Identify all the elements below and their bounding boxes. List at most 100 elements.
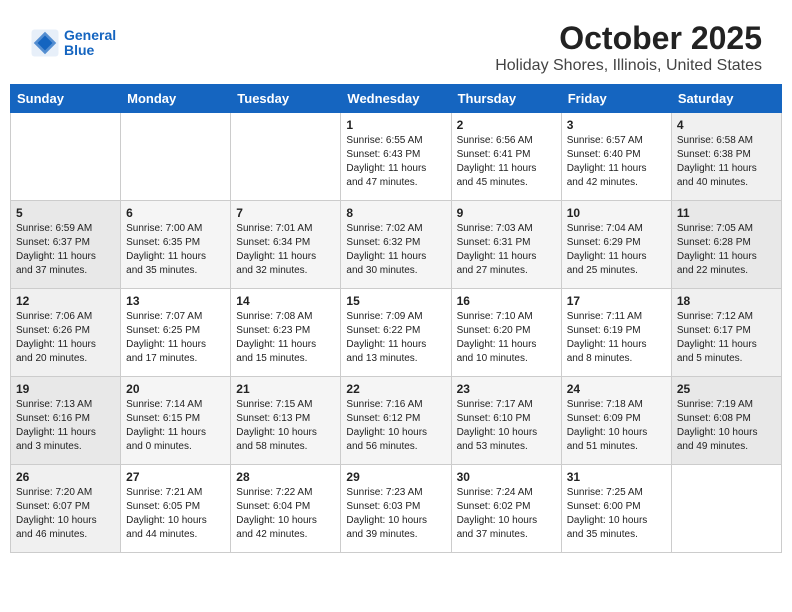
day-number: 4 [677,118,776,132]
cell-week1-day6: 3Sunrise: 6:57 AMSunset: 6:40 PMDaylight… [561,113,671,201]
day-number: 24 [567,382,666,396]
day-number: 12 [16,294,115,308]
day-number: 16 [457,294,556,308]
cell-week5-day6: 31 Sunrise: 7:25 AMSunset: 6:00 PMDayligh… [561,465,671,553]
day-info: Sunrise: 6:55 AMSunset: 6:43 PMDaylight:… [346,134,445,190]
day-number: 15 [346,294,445,308]
day-number: 6 [126,206,225,220]
day-info: Sunrise: 7:10 AMSunset: 6:20 PMDaylight:… [457,310,556,366]
day-number: 5 [16,206,115,220]
day-info: Sunrise: 7:01 AMSunset: 6:34 PMDaylight:… [236,222,335,278]
month-year-title: October 2025 [495,20,762,57]
day-info: Sunrise: 7:08 AMSunset: 6:23 PMDaylight:… [236,310,335,366]
cell-week4-day6: 24Sunrise: 7:18 AMSunset: 6:09 PMDayligh… [561,377,671,465]
day-info: Sunrise: 7:14 AMSunset: 6:15 PMDaylight:… [126,398,225,454]
logo: General Blue [30,28,116,59]
location-subtitle: Holiday Shores, Illinois, United States [495,57,762,75]
day-info: Sunrise: 6:59 AMSunset: 6:37 PMDaylight:… [16,222,115,278]
day-info: Sunrise: 7:20 AMSunset: 6:07 PMDaylight:… [16,486,115,542]
day-number: 9 [457,206,556,220]
cell-week3-day1: 12 Sunrise: 7:06 AMSunset: 6:26 PMDayligh… [11,289,121,377]
header-wednesday: Wednesday [341,85,451,113]
calendar-header-row: Sunday Monday Tuesday Wednesday Thursday… [11,85,782,113]
day-number: 23 [457,382,556,396]
day-info: Sunrise: 6:58 AMSunset: 6:38 PMDaylight:… [677,134,776,190]
day-info: Sunrise: 7:23 AMSunset: 6:03 PMDaylight:… [346,486,445,542]
day-info: Sunrise: 7:13 AMSunset: 6:16 PMDaylight:… [16,398,115,454]
day-number: 27 [126,470,225,484]
week-row-2: 5 Sunrise: 6:59 AMSunset: 6:37 PMDaylight… [11,201,782,289]
day-info: Sunrise: 7:12 AMSunset: 6:17 PMDaylight:… [677,310,776,366]
cell-week1-day4: 1 Sunrise: 6:55 AMSunset: 6:43 PMDaylight… [341,113,451,201]
day-info: Sunrise: 7:11 AMSunset: 6:19 PMDaylight:… [567,310,666,366]
logo-text: General Blue [64,28,116,59]
logo-icon [30,28,60,58]
day-info: Sunrise: 7:24 AMSunset: 6:02 PMDaylight:… [457,486,556,542]
cell-week3-day5: 16 Sunrise: 7:10 AMSunset: 6:20 PMDayligh… [451,289,561,377]
week-row-3: 12 Sunrise: 7:06 AMSunset: 6:26 PMDayligh… [11,289,782,377]
cell-week3-day3: 14 Sunrise: 7:08 AMSunset: 6:23 PMDayligh… [231,289,341,377]
day-info: Sunrise: 7:22 AMSunset: 6:04 PMDaylight:… [236,486,335,542]
day-number: 25 [677,382,776,396]
day-info: Sunrise: 7:15 AMSunset: 6:13 PMDaylight:… [236,398,335,454]
day-number: 3 [567,118,666,132]
day-number: 10 [567,206,666,220]
day-number: 8 [346,206,445,220]
cell-week5-day4: 29Sunrise: 7:23 AMSunset: 6:03 PMDayligh… [341,465,451,553]
day-number: 31 [567,470,666,484]
logo-general: General [64,27,116,43]
header-friday: Friday [561,85,671,113]
day-info: Sunrise: 7:19 AMSunset: 6:08 PMDaylight:… [677,398,776,454]
day-info: Sunrise: 7:17 AMSunset: 6:10 PMDaylight:… [457,398,556,454]
cell-week2-day1: 5 Sunrise: 6:59 AMSunset: 6:37 PMDaylight… [11,201,121,289]
cell-week3-day7: 18 Sunrise: 7:12 AMSunset: 6:17 PMDayligh… [671,289,781,377]
day-number: 13 [126,294,225,308]
day-info: Sunrise: 7:21 AMSunset: 6:05 PMDaylight:… [126,486,225,542]
cell-week2-day2: 6 Sunrise: 7:00 AMSunset: 6:35 PMDaylight… [121,201,231,289]
cell-week1-day3 [231,113,341,201]
day-number: 17 [567,294,666,308]
day-number: 30 [457,470,556,484]
cell-week4-day1: 19 Sunrise: 7:13 AMSunset: 6:16 PMDayligh… [11,377,121,465]
cell-week2-day7: 11 Sunrise: 7:05 AMSunset: 6:28 PMDayligh… [671,201,781,289]
day-number: 22 [346,382,445,396]
day-info: Sunrise: 7:00 AMSunset: 6:35 PMDaylight:… [126,222,225,278]
header-sunday: Sunday [11,85,121,113]
cell-week2-day4: 8 Sunrise: 7:02 AMSunset: 6:32 PMDaylight… [341,201,451,289]
day-number: 28 [236,470,335,484]
cell-week4-day3: 21Sunrise: 7:15 AMSunset: 6:13 PMDayligh… [231,377,341,465]
cell-week3-day6: 17 Sunrise: 7:11 AMSunset: 6:19 PMDayligh… [561,289,671,377]
day-info: Sunrise: 7:25 AMSunset: 6:00 PMDaylight:… [567,486,666,542]
day-number: 19 [16,382,115,396]
week-row-5: 26Sunrise: 7:20 AMSunset: 6:07 PMDayligh… [11,465,782,553]
day-info: Sunrise: 7:05 AMSunset: 6:28 PMDaylight:… [677,222,776,278]
header: October 2025 Holiday Shores, Illinois, U… [495,10,782,80]
cell-week5-day3: 28 Sunrise: 7:22 AMSunset: 6:04 PMDayligh… [231,465,341,553]
header-thursday: Thursday [451,85,561,113]
header-tuesday: Tuesday [231,85,341,113]
cell-week2-day3: 7Sunrise: 7:01 AMSunset: 6:34 PMDaylight… [231,201,341,289]
day-info: Sunrise: 7:04 AMSunset: 6:29 PMDaylight:… [567,222,666,278]
day-number: 1 [346,118,445,132]
day-number: 18 [677,294,776,308]
day-info: Sunrise: 7:03 AMSunset: 6:31 PMDaylight:… [457,222,556,278]
day-number: 14 [236,294,335,308]
day-number: 11 [677,206,776,220]
day-info: Sunrise: 7:16 AMSunset: 6:12 PMDaylight:… [346,398,445,454]
calendar-table: Sunday Monday Tuesday Wednesday Thursday… [10,84,782,553]
day-number: 2 [457,118,556,132]
cell-week5-day1: 26Sunrise: 7:20 AMSunset: 6:07 PMDayligh… [11,465,121,553]
day-info: Sunrise: 7:02 AMSunset: 6:32 PMDaylight:… [346,222,445,278]
cell-week3-day4: 15Sunrise: 7:09 AMSunset: 6:22 PMDayligh… [341,289,451,377]
cell-week5-day5: 30 Sunrise: 7:24 AMSunset: 6:02 PMDayligh… [451,465,561,553]
cell-week1-day2 [121,113,231,201]
cell-week1-day5: 2 Sunrise: 6:56 AMSunset: 6:41 PMDaylight… [451,113,561,201]
cell-week4-day5: 23 Sunrise: 7:17 AMSunset: 6:10 PMDayligh… [451,377,561,465]
cell-week1-day7: 4 Sunrise: 6:58 AMSunset: 6:38 PMDaylight… [671,113,781,201]
logo-blue: Blue [64,42,94,58]
day-info: Sunrise: 7:06 AMSunset: 6:26 PMDaylight:… [16,310,115,366]
cell-week4-day7: 25 Sunrise: 7:19 AMSunset: 6:08 PMDayligh… [671,377,781,465]
day-info: Sunrise: 6:56 AMSunset: 6:41 PMDaylight:… [457,134,556,190]
day-info: Sunrise: 7:07 AMSunset: 6:25 PMDaylight:… [126,310,225,366]
cell-week4-day4: 22 Sunrise: 7:16 AMSunset: 6:12 PMDayligh… [341,377,451,465]
